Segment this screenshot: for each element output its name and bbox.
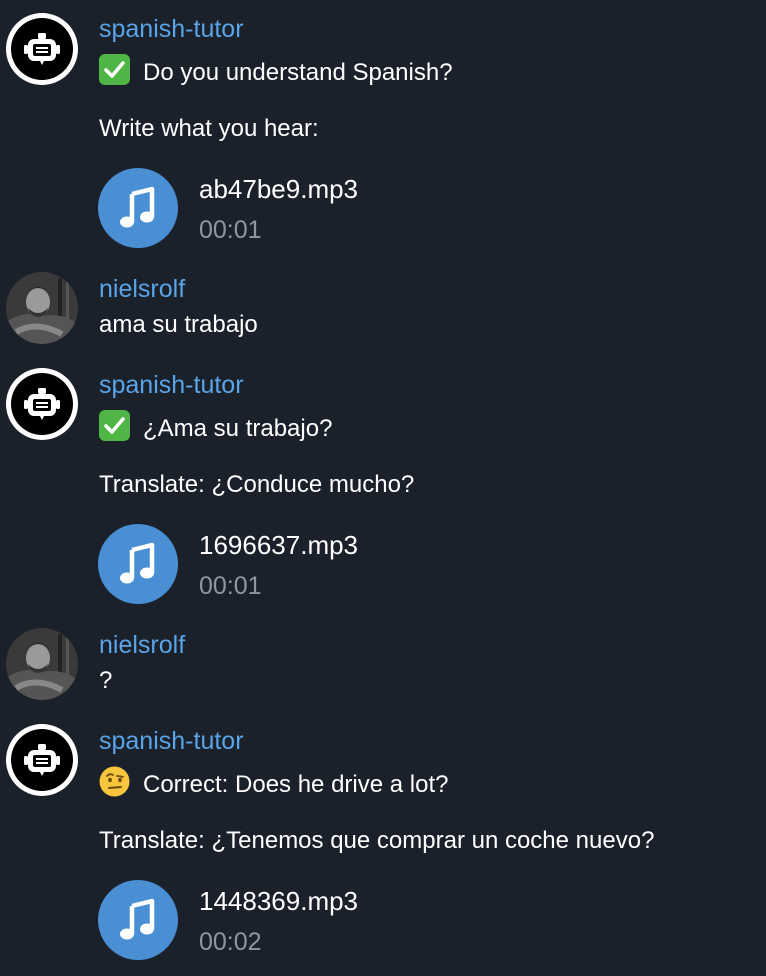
message-text: Translate: ¿Conduce mucho?	[99, 471, 415, 498]
sender-name[interactable]: spanish-tutor	[99, 15, 244, 44]
bot-avatar[interactable]	[6, 724, 78, 796]
audio-play-button[interactable]	[98, 880, 178, 960]
check-mark-icon	[99, 410, 130, 441]
audio-file-name: ab47be9.mp3	[199, 174, 359, 204]
audio-file-name: 1448369.mp3	[199, 886, 359, 916]
check-mark-icon	[99, 54, 130, 85]
robot-icon	[24, 33, 60, 65]
message-text: ama su trabajo	[99, 311, 258, 338]
audio-duration: 00:02	[199, 928, 262, 956]
raised-eyebrow-face-icon	[99, 766, 130, 797]
bot-avatar[interactable]	[6, 368, 78, 440]
sender-name[interactable]: nielsrolf	[99, 275, 185, 304]
audio-duration: 00:01	[199, 572, 262, 600]
message-text: ?	[99, 667, 113, 694]
message-text: Translate: ¿Tenemos que comprar un coche…	[99, 827, 655, 854]
music-note-icon	[120, 186, 155, 228]
sender-name[interactable]: nielsrolf	[99, 631, 185, 660]
user-avatar[interactable]	[6, 272, 78, 344]
audio-play-button[interactable]	[98, 524, 178, 604]
robot-icon	[24, 388, 60, 420]
audio-play-button[interactable]	[98, 168, 178, 248]
sender-name[interactable]: spanish-tutor	[99, 371, 244, 400]
message-text: ¿Ama su trabajo?	[99, 410, 332, 443]
sender-name[interactable]: spanish-tutor	[99, 727, 244, 756]
user-photo	[6, 272, 78, 344]
message-text: Write what you hear:	[99, 115, 319, 142]
audio-duration: 00:01	[199, 216, 262, 244]
audio-file-name: 1696637.mp3	[199, 530, 359, 560]
user-photo	[6, 628, 78, 700]
user-avatar[interactable]	[6, 628, 78, 700]
message-text: Correct: Does he drive a lot?	[99, 766, 448, 799]
robot-icon	[24, 744, 60, 776]
bot-avatar[interactable]	[6, 13, 78, 85]
message-text: Do you understand Spanish?	[99, 54, 453, 87]
music-note-icon	[120, 898, 155, 940]
music-note-icon	[120, 542, 155, 584]
